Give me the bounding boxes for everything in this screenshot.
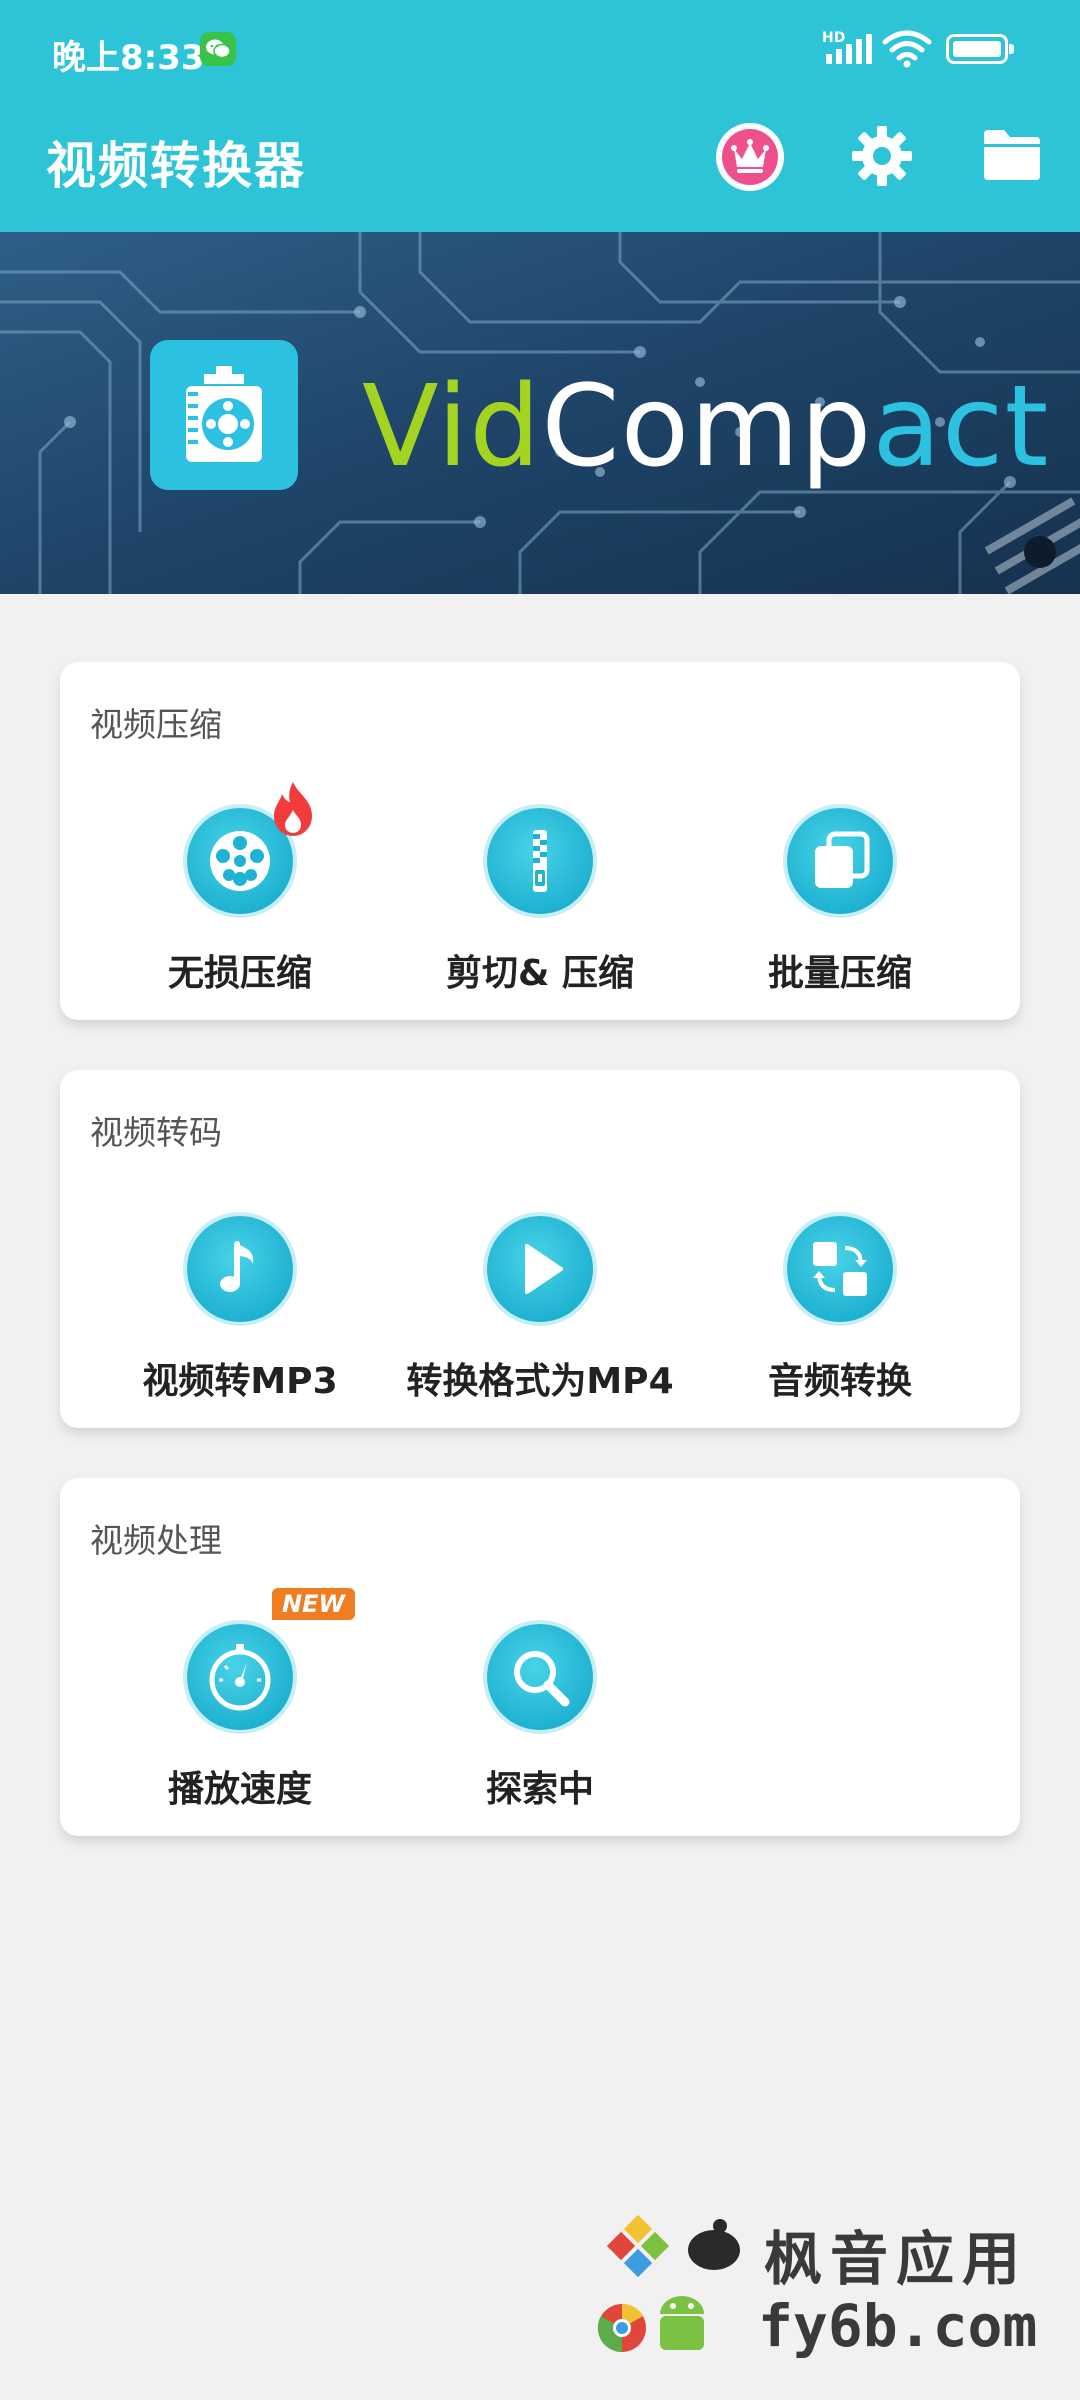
batch-compress-tile[interactable]: 批量压缩 xyxy=(690,808,990,998)
tile-label: 无损压缩 xyxy=(167,953,312,994)
brand-comp: Comp xyxy=(541,362,873,492)
tile-label: 探索中 xyxy=(485,1769,594,1810)
section-title: 视频压缩 xyxy=(90,705,222,744)
page-title: 视频转换器 xyxy=(46,137,306,195)
vidcompact-logo xyxy=(150,340,298,490)
section-video-transcode: 视频转码 视频转MP3 转换格式为MP4 音频转换 xyxy=(60,1070,1020,1428)
vip-crown-button[interactable] xyxy=(716,123,784,191)
convert-arrows-icon xyxy=(787,1216,893,1322)
audio-convert-tile[interactable]: 音频转换 xyxy=(690,1216,990,1406)
playback-speed-tile[interactable]: NEW 播放速度 xyxy=(90,1588,390,1814)
fire-icon xyxy=(274,782,312,836)
cut-compress-tile[interactable]: 剪切& 压缩 xyxy=(390,808,690,998)
section-video-process: 视频处理 NEW 播放速度 探索中 xyxy=(60,1478,1020,1836)
section-video-compress: 视频压缩 无损压缩 剪切& 压缩 批量压缩 xyxy=(60,662,1020,1020)
watermark-title: 枫音应用 xyxy=(764,2225,1029,2293)
folder-icon[interactable] xyxy=(982,128,1042,182)
brand-vid: Vid xyxy=(362,362,542,492)
lossless-compress-tile[interactable]: 无损压缩 xyxy=(90,782,390,998)
tile-label: 播放速度 xyxy=(167,1769,312,1810)
convert-to-mp4-tile[interactable]: 转换格式为MP4 xyxy=(390,1216,690,1406)
new-badge: NEW xyxy=(272,1588,355,1620)
tile-label: 转换格式为MP4 xyxy=(406,1361,674,1402)
video-to-mp3-tile[interactable]: 视频转MP3 xyxy=(90,1216,390,1406)
battery-icon xyxy=(946,34,1014,64)
watermark-url: fy6b.com xyxy=(758,2292,1038,2360)
explore-tile[interactable]: 探索中 xyxy=(390,1624,690,1814)
music-note-icon xyxy=(187,1216,293,1322)
tile-label: 批量压缩 xyxy=(767,953,912,994)
brand-act: act xyxy=(872,362,1050,492)
play-icon xyxy=(487,1216,593,1322)
section-title: 视频转码 xyxy=(90,1113,222,1152)
copy-stack-icon xyxy=(787,808,893,914)
wifi-icon xyxy=(882,30,932,68)
brand-wordmark: VidCompact xyxy=(362,362,1049,492)
speedometer-icon xyxy=(187,1624,293,1730)
tile-label: 剪切& 压缩 xyxy=(446,953,634,994)
wechat-notification-icon xyxy=(200,32,236,66)
watermark-logo xyxy=(597,2214,740,2353)
zipper-icon xyxy=(487,808,593,914)
gear-icon[interactable] xyxy=(850,124,914,188)
promo-banner[interactable]: VidCompact xyxy=(0,232,1080,594)
signal-icon xyxy=(826,34,872,64)
crown-icon xyxy=(731,139,769,173)
tile-label: 音频转换 xyxy=(767,1361,912,1402)
site-watermark: 枫音应用 fy6b.com xyxy=(596,2204,1056,2364)
section-title: 视频处理 xyxy=(90,1521,222,1560)
tile-label: 视频转MP3 xyxy=(142,1361,338,1402)
app-header: 晚上8:33 HD 视频转换器 xyxy=(0,0,1080,232)
status-time: 晚上8:33 xyxy=(52,38,205,78)
magnifier-icon xyxy=(487,1624,593,1730)
status-bar: 晚上8:33 HD xyxy=(0,0,1080,100)
